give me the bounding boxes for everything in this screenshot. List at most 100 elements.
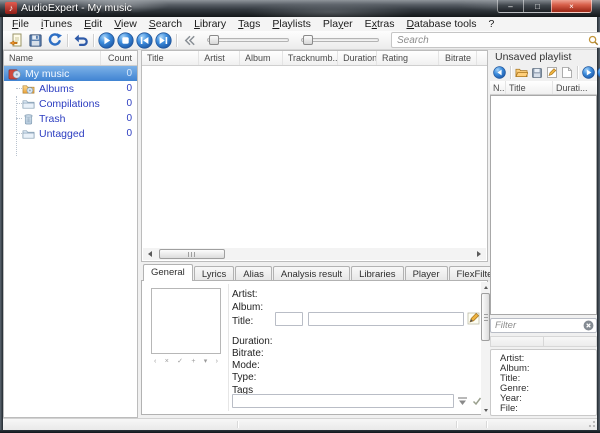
tree-item-untagged[interactable]: Untagged 0 (4, 126, 137, 141)
tree-item-albums[interactable]: Albums 0 (4, 81, 137, 96)
tree-header-name[interactable]: Name (4, 51, 101, 65)
new-playlist-button[interactable] (559, 65, 574, 80)
open-playlist-button[interactable] (514, 65, 529, 80)
new-playlist-icon (561, 66, 573, 79)
tree-item-trash[interactable]: Trash 0 (4, 111, 137, 126)
tree-item-label: Untagged (39, 128, 85, 140)
track-list-body[interactable] (142, 66, 487, 236)
playlist-column-duration[interactable]: Durati... (553, 81, 597, 94)
collapse-button[interactable] (180, 31, 199, 49)
tree-header-count[interactable]: Count (101, 51, 137, 65)
tab-alias[interactable]: Alias (235, 266, 272, 281)
art-prev-icon[interactable]: ‹ (154, 357, 156, 366)
column-rating[interactable]: Rating (377, 51, 439, 65)
vertical-scrollbar[interactable] (481, 282, 490, 415)
menu-player[interactable]: Player (317, 18, 359, 30)
title-input[interactable] (308, 312, 464, 326)
library-tree-pane: Name Count My music 0 (3, 50, 138, 418)
tree-item-label: My music (25, 68, 69, 80)
menu-view[interactable]: View (108, 18, 143, 30)
search-input[interactable] (395, 34, 588, 47)
tree-item-count: 0 (126, 113, 137, 124)
menu-help[interactable]: ? (483, 18, 501, 30)
tree-item-my-music[interactable]: My music 0 (4, 66, 137, 81)
tab-libraries[interactable]: Libraries (351, 266, 403, 281)
seek-slider-thumb[interactable] (209, 35, 219, 45)
menu-itunes[interactable]: iTunes (35, 18, 78, 30)
scroll-left-icon (148, 251, 152, 257)
column-artist[interactable]: Artist (199, 51, 240, 65)
save-button[interactable] (26, 31, 45, 49)
tab-analysis-result[interactable]: Analysis result (273, 266, 350, 281)
art-add-icon[interactable]: + (191, 357, 195, 366)
menu-file[interactable]: File (6, 18, 35, 30)
scroll-right-button[interactable] (472, 248, 486, 260)
close-button[interactable]: × (551, 0, 592, 13)
refresh-button[interactable] (45, 31, 64, 49)
column-duration[interactable]: Duration (338, 51, 377, 65)
menu-playlists[interactable]: Playlists (266, 18, 317, 30)
content-area: Name Count My music 0 (3, 50, 597, 418)
scroll-left-button[interactable] (143, 248, 157, 260)
art-next-icon[interactable]: › (216, 357, 218, 366)
bitrate-label: Bitrate: (232, 348, 264, 359)
art-accept-icon[interactable]: ✓ (177, 357, 183, 366)
filter-input[interactable] (493, 319, 583, 332)
menu-library[interactable]: Library (188, 18, 232, 30)
menu-database-tools[interactable]: Database tools (400, 18, 482, 30)
clear-filter-icon[interactable] (583, 320, 594, 331)
menu-search[interactable]: Search (143, 18, 188, 30)
track-list-pane: Title Artist Album Tracknumb... Duration… (141, 50, 488, 262)
previous-track-button[interactable] (135, 31, 154, 49)
horizontal-scrollbar[interactable] (143, 248, 486, 260)
tree-item-compilations[interactable]: Compilations 0 (4, 96, 137, 111)
seek-slider[interactable] (207, 38, 289, 42)
track-number-input[interactable] (275, 312, 303, 326)
tags-input[interactable] (232, 394, 454, 408)
undo-button[interactable] (71, 31, 90, 49)
play-icon (98, 32, 115, 49)
stop-button[interactable] (116, 31, 135, 49)
tab-player[interactable]: Player (405, 266, 448, 281)
playlist-play-button[interactable] (581, 65, 596, 80)
tags-dropdown-icon[interactable] (457, 397, 468, 406)
playlist-next-button[interactable] (596, 65, 600, 80)
playlist-column-number[interactable]: N... (490, 81, 506, 94)
folder-icon (22, 98, 35, 110)
column-title[interactable]: Title (142, 51, 199, 65)
volume-slider[interactable] (301, 38, 379, 42)
tab-lyrics[interactable]: Lyrics (194, 266, 234, 281)
maximize-button[interactable]: □ (524, 0, 551, 13)
column-tracknumber[interactable]: Tracknumb... (283, 51, 338, 65)
playlist-list[interactable] (490, 95, 597, 315)
playlist-column-title[interactable]: Title (506, 81, 553, 94)
minimize-button[interactable]: – (497, 0, 524, 13)
menu-extras[interactable]: Extras (359, 18, 401, 30)
edit-playlist-button[interactable] (544, 65, 559, 80)
vertical-scrollbar-thumb[interactable] (481, 293, 490, 341)
playlist-back-button[interactable] (492, 65, 507, 80)
column-bitrate[interactable]: Bitrate (439, 51, 477, 65)
volume-slider-thumb[interactable] (303, 35, 313, 45)
column-album[interactable]: Album (240, 51, 283, 65)
search-icon[interactable] (588, 35, 599, 46)
save-playlist-button[interactable] (529, 65, 544, 80)
play-button[interactable] (97, 31, 116, 49)
tree-header: Name Count (4, 51, 137, 66)
horizontal-scrollbar-thumb[interactable] (159, 249, 225, 259)
title-bar[interactable]: ♪ AudioExpert - My music – □ × (0, 0, 600, 17)
next-track-button[interactable] (154, 31, 173, 49)
edit-pencil-icon[interactable] (467, 312, 480, 325)
menu-tags[interactable]: Tags (232, 18, 266, 30)
art-more-icon[interactable]: ▾ (204, 357, 208, 366)
tab-general[interactable]: General (143, 264, 193, 281)
import-file-button[interactable] (7, 31, 26, 49)
panel-divider (228, 284, 229, 411)
art-remove-icon[interactable]: × (165, 357, 169, 366)
menu-edit[interactable]: Edit (78, 18, 108, 30)
next-icon (155, 32, 172, 49)
scroll-down-button[interactable] (481, 405, 490, 415)
detail-column-cell (544, 336, 597, 347)
scroll-up-button[interactable] (481, 282, 490, 292)
resize-grip[interactable] (587, 420, 596, 429)
